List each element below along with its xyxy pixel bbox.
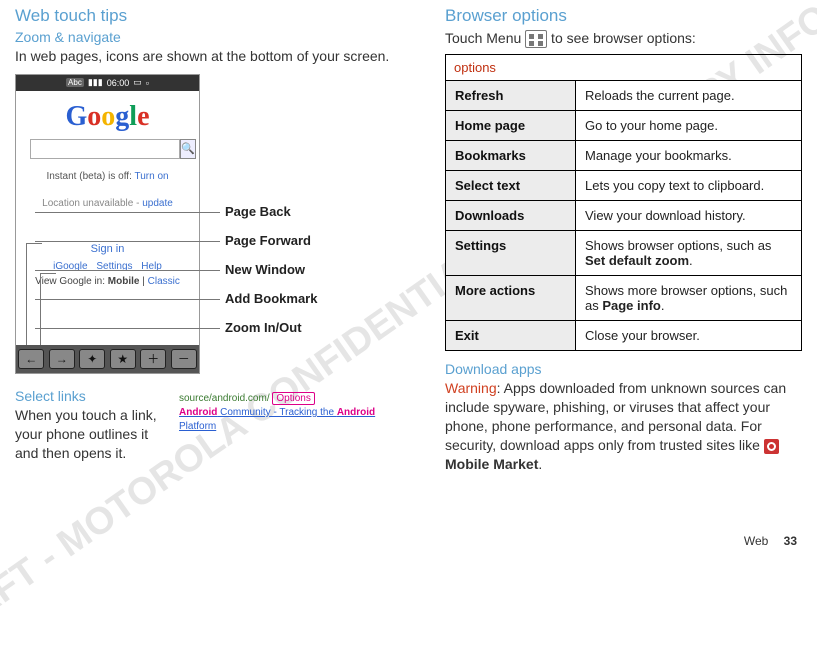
table-row: Select textLets you copy text to clipboa… — [446, 171, 802, 201]
table-row: DownloadsView your download history. — [446, 201, 802, 231]
callout-add-bookmark: Add Bookmark — [225, 291, 317, 306]
google-logo: Google — [16, 101, 199, 133]
heading-web-touch-tips: Web touch tips — [15, 6, 415, 26]
search-button[interactable]: 🔍 — [180, 139, 196, 159]
zoom-in-button[interactable]: ＋ — [140, 349, 166, 369]
status-time: 06:00 — [107, 78, 130, 88]
location-update-link[interactable]: update — [142, 198, 173, 209]
location-status: Location unavailable - update — [16, 198, 199, 209]
heading-browser-options: Browser options — [445, 6, 802, 26]
search-input[interactable] — [30, 139, 180, 159]
warning-label: Warning — [445, 380, 497, 396]
back-button[interactable]: ← — [18, 349, 44, 369]
mobile-market-icon — [764, 439, 779, 454]
callout-zoom: Zoom In/Out — [225, 320, 317, 335]
status-abc: Abc — [66, 78, 84, 87]
status-dot-icon: ▫ — [146, 78, 149, 88]
status-bar: Abc ▮▮▮ 06:00 ▭ ▫ — [16, 75, 199, 91]
signal-icon: ▮▮▮ — [88, 77, 103, 88]
table-row: ExitClose your browser. — [446, 321, 802, 351]
zoom-navigate-body: In web pages, icons are shown at the bot… — [15, 47, 415, 66]
forward-button[interactable]: → — [49, 349, 75, 369]
options-table: options RefreshReloads the current page.… — [445, 54, 802, 351]
heading-zoom-navigate: Zoom & navigate — [15, 29, 415, 45]
page-footer: Web 33 — [744, 534, 797, 548]
instant-turn-on-link[interactable]: Turn on — [134, 171, 168, 182]
instant-status: Instant (beta) is off: Turn on — [16, 171, 199, 182]
callout-back: Page Back — [225, 204, 317, 219]
table-row: More actionsShows more browser options, … — [446, 276, 802, 321]
sign-in-link[interactable]: Sign in — [16, 243, 199, 255]
snippet-url: source/android.com/ — [179, 393, 270, 404]
add-bookmark-button[interactable]: ★ — [110, 349, 136, 369]
select-links-body: When you touch a link, your phone outlin… — [15, 406, 165, 463]
snippet-options[interactable]: Options — [272, 392, 314, 405]
callout-forward: Page Forward — [225, 233, 317, 248]
browser-toolbar: ← → ✦ ★ ＋ － — [16, 345, 199, 373]
zoom-out-button[interactable]: － — [171, 349, 197, 369]
page-number: 33 — [784, 534, 797, 548]
menu-icon — [525, 30, 547, 48]
view-classic[interactable]: Classic — [148, 276, 180, 287]
table-row: RefreshReloads the current page. — [446, 81, 802, 111]
browser-options-intro: Touch Menu to see browser options: — [445, 29, 802, 48]
callout-line — [40, 273, 56, 353]
table-row: Home pageGo to your home page. — [446, 111, 802, 141]
battery-icon: ▭ — [133, 77, 142, 88]
snippet-link[interactable]: Android Community - Tracking the Android… — [179, 407, 375, 432]
phone-mock: Abc ▮▮▮ 06:00 ▭ ▫ Google 🔍 Instant (beta… — [15, 74, 200, 374]
download-apps-body: Warning: Apps downloaded from unknown so… — [445, 379, 802, 473]
toolbar-callouts: Page Back Page Forward New Window Add Bo… — [225, 204, 317, 349]
new-window-button[interactable]: ✦ — [79, 349, 105, 369]
options-caption: options — [446, 55, 802, 81]
footer-section: Web — [744, 534, 768, 548]
heading-select-links: Select links — [15, 388, 165, 404]
heading-download-apps: Download apps — [445, 361, 802, 377]
view-mobile[interactable]: Mobile — [108, 276, 140, 287]
table-row: SettingsShows browser options, such as S… — [446, 231, 802, 276]
callout-new-window: New Window — [225, 262, 317, 277]
table-row: BookmarksManage your bookmarks. — [446, 141, 802, 171]
link-snippet: source/android.com/ Options Android Comm… — [179, 392, 415, 463]
